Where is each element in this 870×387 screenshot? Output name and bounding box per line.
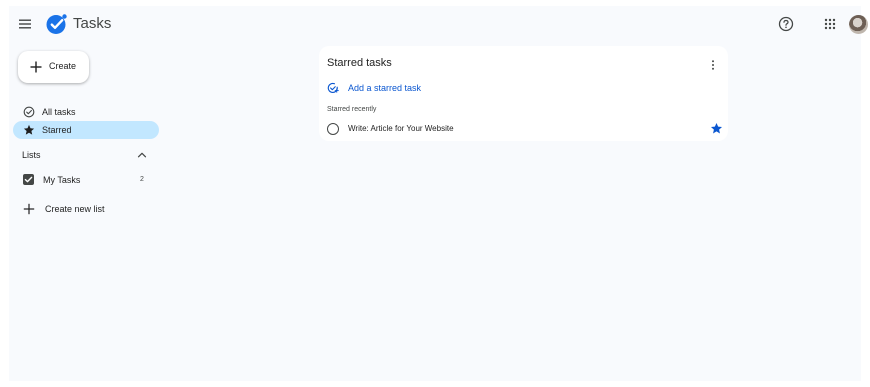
add-task-icon [327, 82, 339, 93]
starred-tasks-card: Starred tasks Add a starred task Starred… [319, 46, 728, 141]
card-title: Starred tasks [327, 57, 392, 69]
checkbox-checked-icon[interactable] [23, 174, 34, 185]
more-vert-icon[interactable] [708, 58, 718, 70]
app-title: Tasks [73, 15, 112, 32]
plus-icon [30, 61, 42, 73]
list-label: My Tasks [43, 175, 81, 185]
sidebar-item-label: All tasks [42, 107, 76, 117]
hamburger-menu-icon[interactable] [17, 16, 33, 32]
task-row[interactable]: Write: Article for Your Website [323, 121, 724, 137]
lists-section-header: Lists [22, 150, 41, 160]
create-button-label: Create [49, 61, 77, 71]
star-icon [23, 124, 35, 135]
tasks-logo-icon [45, 12, 69, 36]
list-count: 2 [140, 176, 144, 183]
app-header: Tasks [9, 6, 868, 42]
check-circle-icon [23, 106, 35, 118]
task-complete-circle-icon[interactable] [327, 123, 339, 135]
create-new-list-button[interactable]: Create new list [13, 200, 159, 218]
tasks-app: Tasks Create All tasks Starred Lists My … [9, 6, 868, 381]
task-title[interactable]: Write: Article for Your Website [348, 124, 454, 133]
create-button[interactable]: Create [18, 51, 89, 83]
sidebar-item-starred[interactable]: Starred [13, 121, 159, 139]
add-starred-task-button[interactable]: Add a starred task [323, 80, 473, 96]
sidebar-item-all-tasks[interactable]: All tasks [13, 103, 159, 121]
starred-recently-label: Starred recently [327, 106, 377, 113]
star-filled-icon[interactable] [710, 122, 723, 135]
sidebar-item-label: Starred [42, 125, 72, 135]
list-item-my-tasks[interactable]: My Tasks 2 [13, 171, 159, 189]
help-circle-icon[interactable] [777, 15, 795, 33]
add-starred-task-label: Add a starred task [348, 83, 422, 93]
create-new-list-label: Create new list [45, 204, 105, 214]
plus-icon [23, 203, 35, 215]
apps-grid-icon[interactable] [821, 15, 839, 33]
user-avatar[interactable] [849, 15, 868, 34]
chevron-up-icon[interactable] [136, 148, 148, 160]
